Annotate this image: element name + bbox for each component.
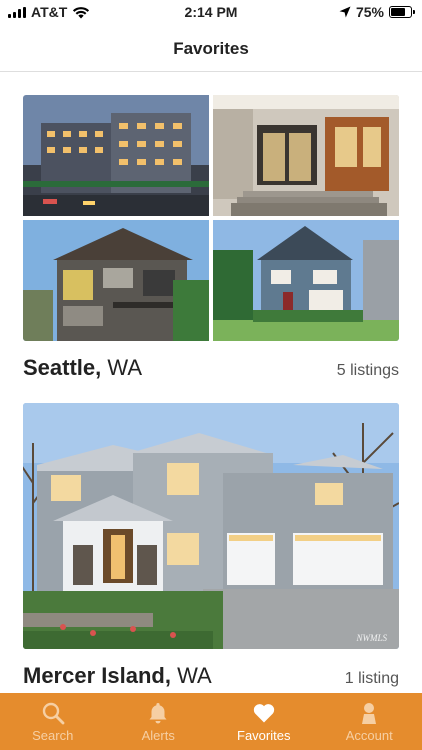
tab-account[interactable]: Account — [317, 693, 422, 750]
photo-collage[interactable] — [23, 95, 399, 341]
listing-photo-townhouse — [23, 220, 209, 341]
listing-photo-craftsman — [213, 220, 399, 341]
status-bar: AT&T 2:14 PM 75% — [0, 0, 422, 26]
tab-label: Alerts — [141, 728, 175, 743]
page-title: Favorites — [173, 38, 249, 58]
location-arrow-icon — [339, 6, 351, 18]
person-icon — [362, 703, 377, 724]
tab-bar: Search Alerts Favorites Account — [0, 693, 422, 750]
battery-icon — [389, 6, 415, 18]
listing-count: 5 listings — [336, 362, 399, 379]
tab-label: Favorites — [237, 728, 291, 743]
listing-photo-modern-entry — [213, 95, 399, 216]
city-name: Mercer Island, — [23, 663, 171, 688]
city-name: Seattle, — [23, 355, 102, 380]
battery-percent: 75% — [355, 4, 384, 20]
listing-photo-apartment — [23, 95, 209, 216]
listing-photo-large-house[interactable]: NWMLS — [23, 403, 399, 649]
state-name: WA — [177, 663, 212, 688]
nav-bar: Favorites — [0, 26, 422, 72]
favorite-card-mercer-island[interactable]: NWMLS Mercer Island, WA 1 listing — [23, 403, 399, 689]
heart-icon — [253, 704, 274, 723]
state-name: WA — [107, 355, 143, 380]
status-right: 75% — [339, 4, 415, 20]
tab-alerts[interactable]: Alerts — [106, 693, 212, 750]
bell-icon — [149, 703, 167, 724]
location-title: Mercer Island, WA — [23, 663, 212, 689]
tab-label: Account — [345, 728, 393, 743]
card-footer: Seattle, WA 5 listings — [23, 355, 399, 381]
tab-search[interactable]: Search — [0, 693, 106, 750]
favorites-list[interactable]: Seattle, WA 5 listings NWMLS Mercer Isla… — [0, 73, 422, 693]
listing-count: 1 listing — [344, 670, 399, 687]
location-title: Seattle, WA — [23, 355, 142, 381]
tab-label: Search — [32, 728, 74, 743]
favorites-screen: AT&T 2:14 PM 75% Favorites Seattle, WA 5… — [0, 0, 422, 750]
search-icon — [42, 702, 65, 725]
favorite-card-seattle[interactable]: Seattle, WA 5 listings — [23, 95, 399, 381]
card-footer: Mercer Island, WA 1 listing — [23, 663, 399, 689]
photo-watermark: NWMLS — [356, 633, 387, 643]
tab-favorites[interactable]: Favorites — [211, 693, 317, 750]
